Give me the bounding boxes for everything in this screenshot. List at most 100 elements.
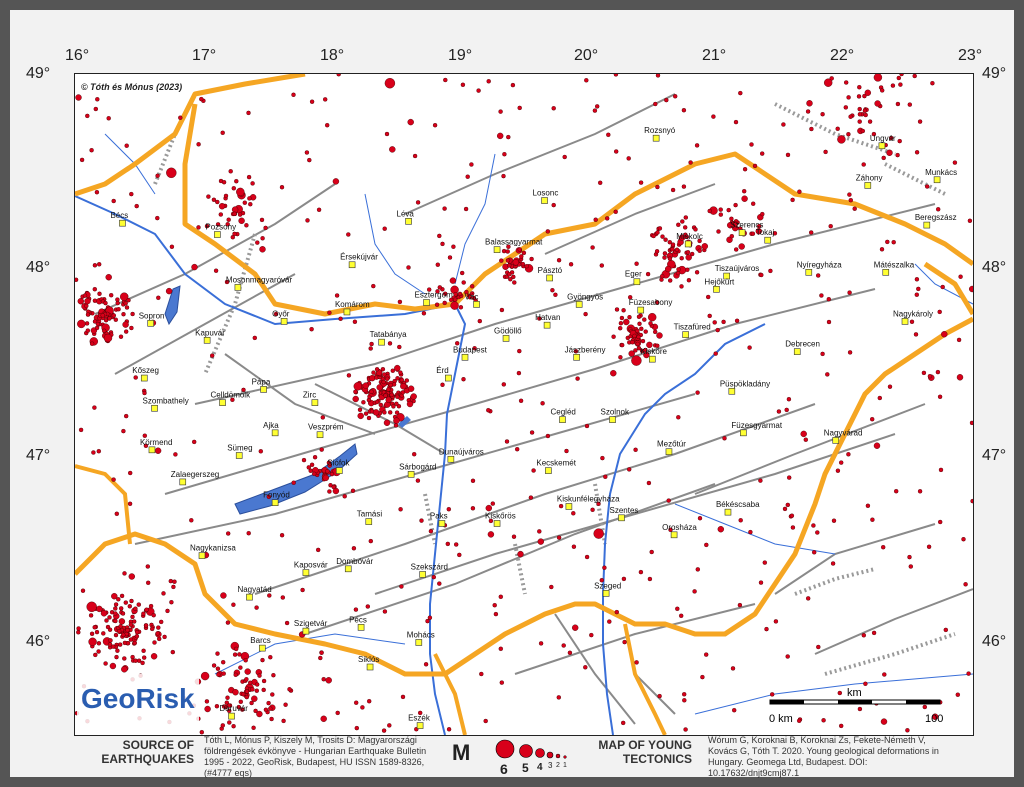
epicenter-dot bbox=[636, 334, 641, 340]
town-marker bbox=[405, 218, 412, 225]
epicenter-dot bbox=[268, 655, 273, 660]
epicenter-dot bbox=[382, 609, 388, 614]
lon-tick-16: 16° bbox=[65, 47, 90, 64]
epicenter-dot bbox=[670, 247, 675, 252]
epicenter-dot bbox=[92, 405, 97, 410]
epicenter-dot bbox=[873, 442, 881, 449]
town-label: Cegléd bbox=[550, 408, 575, 417]
epicenter-dot bbox=[683, 215, 688, 220]
epicenter-dot bbox=[803, 437, 808, 442]
town-marker bbox=[335, 467, 343, 474]
map-canvas[interactable]: Rozsnyó Ungvár Losonc Munkács Záhony Léva Bécs… bbox=[75, 74, 973, 735]
epicenter-dot bbox=[332, 178, 340, 185]
source-text: Tóth L, Mónus P, Kiszely M, Trosits D: M… bbox=[204, 735, 427, 778]
epicenter-dot bbox=[729, 233, 734, 239]
epicenter-dot bbox=[221, 179, 227, 185]
epicenter-dot bbox=[846, 452, 851, 457]
epicenter-dot bbox=[254, 682, 260, 687]
epicenter-dot bbox=[108, 638, 113, 643]
epicenter-dot bbox=[232, 231, 237, 237]
epicenter-dot bbox=[105, 273, 112, 281]
epicenter-dot bbox=[501, 382, 506, 387]
town-marker bbox=[493, 246, 501, 253]
epicenter-dot bbox=[196, 142, 201, 147]
town-label: Püspökladány bbox=[720, 379, 770, 388]
epicenter-dot bbox=[701, 243, 708, 250]
epicenter-dot bbox=[449, 277, 457, 284]
town-marker bbox=[764, 236, 772, 244]
epicenter-dot bbox=[752, 163, 758, 169]
epicenter-dot bbox=[623, 318, 630, 326]
town-label: Celldömölk bbox=[211, 391, 252, 400]
town-label: Szeged bbox=[594, 581, 621, 590]
epicenter-dot bbox=[905, 728, 910, 733]
epicenter-dot bbox=[128, 622, 134, 627]
epicenter-dot bbox=[123, 301, 128, 306]
epicenter-dot bbox=[512, 259, 519, 266]
epicenter-dot bbox=[319, 447, 324, 452]
epicenter-dot bbox=[80, 588, 86, 593]
epicenter-dot bbox=[312, 455, 318, 460]
epicenter-dot bbox=[144, 607, 149, 612]
town-label: Komárom bbox=[335, 300, 370, 309]
town-label: Szolnok bbox=[601, 408, 630, 417]
epicenter-dot bbox=[291, 92, 296, 97]
epicenter-dot bbox=[896, 75, 901, 81]
epicenter-dot bbox=[663, 237, 668, 242]
town-marker bbox=[311, 399, 319, 406]
epicenter-dot bbox=[785, 654, 790, 659]
epicenter-dot bbox=[879, 247, 885, 252]
town-label: Orosháza bbox=[662, 523, 697, 532]
epicenter-dot bbox=[113, 317, 118, 322]
epicenter-dot bbox=[789, 513, 795, 518]
epicenter-dot bbox=[141, 655, 147, 660]
epicenter-dot bbox=[685, 254, 692, 261]
town-marker bbox=[728, 387, 736, 395]
epicenter-dot bbox=[470, 284, 475, 289]
epicenter-dot bbox=[828, 223, 833, 229]
epicenter-dot bbox=[545, 229, 550, 234]
epicenter-dot bbox=[607, 619, 612, 624]
epicenter-dot bbox=[537, 529, 542, 534]
lon-tick-18: 18° bbox=[320, 47, 345, 64]
epicenter-dot bbox=[378, 402, 383, 408]
epicenter-dot bbox=[770, 692, 775, 697]
town-marker bbox=[575, 301, 583, 308]
epicenter-dot bbox=[914, 150, 920, 155]
epicenter-dot bbox=[79, 157, 85, 163]
epicenter-dot bbox=[117, 629, 122, 634]
epicenter-dot bbox=[247, 196, 252, 201]
epicenter-dot bbox=[206, 194, 211, 199]
epicenter-dot bbox=[797, 189, 802, 194]
epicenter-dot bbox=[839, 460, 844, 465]
epicenter-dot bbox=[943, 627, 948, 633]
town-marker bbox=[724, 508, 732, 516]
epicenter-dot bbox=[561, 643, 566, 648]
epicenter-dot bbox=[111, 477, 116, 482]
epicenter-dot bbox=[880, 88, 885, 93]
town-label: Beregszász bbox=[915, 213, 957, 222]
epicenter-dot bbox=[269, 716, 274, 722]
epicenter-dot bbox=[692, 589, 697, 594]
lon-tick-23: 23° bbox=[958, 47, 983, 64]
epicenter-dot bbox=[940, 284, 945, 290]
town-label: Tiszafüred bbox=[674, 323, 711, 332]
epicenter-dot bbox=[141, 648, 146, 653]
epicenter-dot bbox=[113, 632, 119, 638]
seismic-map[interactable]: Rozsnyó Ungvár Losonc Munkács Záhony Léva Bécs… bbox=[74, 73, 974, 736]
epicenter-dot bbox=[935, 369, 941, 375]
epicenter-dot bbox=[92, 625, 97, 630]
epicenter-dot bbox=[531, 468, 536, 473]
epicenter-dot bbox=[457, 291, 463, 297]
town-marker bbox=[260, 386, 267, 393]
epicenter-dot bbox=[863, 681, 868, 686]
town-label: Érsekújvár bbox=[340, 253, 378, 262]
epicenter-dot bbox=[111, 198, 116, 204]
epicenter-dot bbox=[400, 694, 406, 700]
epicenter-dot bbox=[885, 239, 890, 245]
epicenter-dot bbox=[134, 634, 140, 639]
epicenter-dot bbox=[602, 565, 607, 570]
epicenter-dot bbox=[606, 132, 611, 137]
epicenter-dot bbox=[733, 202, 738, 208]
epicenter-dot bbox=[821, 718, 826, 723]
